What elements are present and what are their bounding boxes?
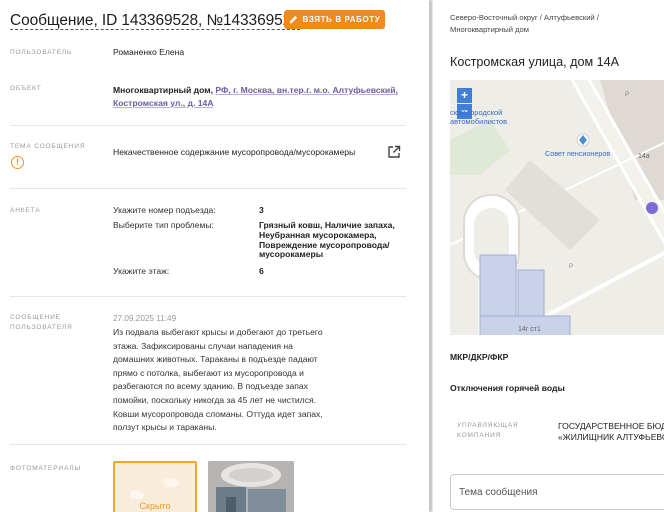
topic-value: Некачественное содержание мусоропровода/… <box>113 147 356 157</box>
message-label-2: ПОЛЬЗОВАТЕЛЯ <box>10 324 73 331</box>
photos-label: ФОТОМАТЕРИАЛЫ <box>10 465 82 472</box>
photo-thumbnail-hidden[interactable]: Скрыто <box>113 461 197 512</box>
divider <box>10 188 406 189</box>
management-company-label: УПРАВЛЯЮЩАЯ КОМПАНИЯ <box>457 422 519 439</box>
user-value: Романенко Елена <box>113 47 185 57</box>
survey-label: АНКЕТА <box>10 207 41 214</box>
pencil-icon <box>289 15 297 24</box>
take-to-work-label: ВЗЯТЬ В РАБОТУ <box>302 15 381 24</box>
message-details-panel: Сообщение, ID 143369528, №143369528 ВЗЯТ… <box>0 0 421 512</box>
survey-answer: 3 <box>259 205 264 215</box>
divider <box>10 444 406 445</box>
hot-water-section-title[interactable]: Отключения горячей воды <box>450 383 565 393</box>
photo-thumbnail[interactable] <box>208 461 294 512</box>
object-value: Многоквартирный дом, РФ, г. Москва, вн.т… <box>113 84 403 110</box>
message-date: 27.09.2025 11:49 <box>113 314 177 323</box>
photo-image <box>208 461 294 512</box>
user-label: ПОЛЬЗОВАТЕЛЬ <box>10 49 73 56</box>
topic-label: ТЕМА СООБЩЕНИЯ <box>10 143 86 150</box>
divider <box>10 296 406 297</box>
divider <box>10 125 406 126</box>
external-link-icon[interactable] <box>387 145 401 159</box>
map-parking-label: P <box>625 91 630 98</box>
warning-icon: ! <box>11 156 24 169</box>
map-label-building: 14а <box>638 153 650 160</box>
object-type: Многоквартирный дом, <box>113 85 213 95</box>
message-title[interactable]: Сообщение, ID 143369528, №143369528 <box>10 12 300 30</box>
address-title: Костромская улица, дом 14А <box>450 55 620 69</box>
message-subject-input[interactable] <box>450 474 664 510</box>
survey-answer: Грязный ковш, Наличие запаха, Неубранная… <box>259 220 395 260</box>
survey-question: Укажите номер подъезда: <box>113 205 216 215</box>
survey-question: Укажите этаж: <box>113 266 170 276</box>
survey-question: Выберите тип проблемы: <box>113 220 214 230</box>
repair-section-title[interactable]: МКР/ДКР/ФКР <box>450 352 508 362</box>
object-info-panel: Северо-Восточный округ / Алтуфьевский / … <box>433 0 664 512</box>
map-label-society: ской городской автомобилистов <box>450 108 508 126</box>
survey-answer: 6 <box>259 266 264 276</box>
take-to-work-button[interactable]: ВЗЯТЬ В РАБОТУ <box>284 10 385 29</box>
map[interactable]: + − ской городской автомобилистов Совет … <box>450 80 664 335</box>
message-label: СООБЩЕНИЕ <box>10 314 61 321</box>
object-label: ОБЪЕКТ <box>10 85 42 92</box>
hidden-label: Скрыто <box>139 501 171 511</box>
message-header: Сообщение, ID 143369528, №143369528 <box>10 11 317 31</box>
map-label-council: Совет пенсионеров <box>545 149 611 158</box>
map-parking-label: P <box>569 263 574 270</box>
map-label-building: 14г ст1 <box>518 326 541 333</box>
map-zoom-in-button[interactable]: + <box>457 88 472 103</box>
message-text: Из подвала выбегают крысы и добегают до … <box>113 327 323 433</box>
breadcrumb: Северо-Восточный округ / Алтуфьевский / … <box>450 13 599 34</box>
management-company-value: ГОСУДАРСТВЕННОЕ БЮД «ЖИЛИЩНИК АЛТУФЬЕВС <box>558 421 664 442</box>
